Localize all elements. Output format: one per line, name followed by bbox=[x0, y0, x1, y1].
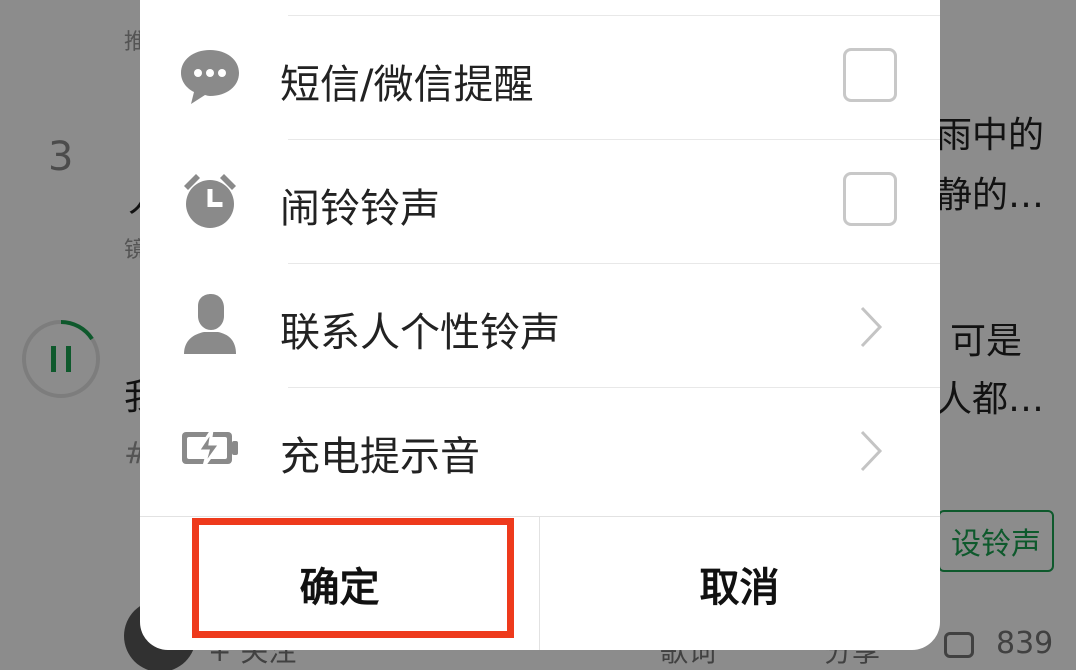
message-bubble-icon bbox=[181, 50, 239, 104]
chevron-right-icon bbox=[860, 306, 883, 348]
sms-wechat-checkbox[interactable] bbox=[843, 48, 897, 102]
option-label: 短信/微信提醒 bbox=[280, 62, 534, 108]
screen: 推 3 人 镜 雨中的 静的… 我 # 可是 人都… 设铃声 + 关注 歌词 分… bbox=[0, 0, 1076, 670]
alarm-checkbox[interactable] bbox=[843, 172, 897, 226]
option-charging-sound[interactable]: 充电提示音 bbox=[140, 388, 940, 512]
dialog-row-partial bbox=[140, 0, 940, 16]
battery-charging-icon bbox=[182, 429, 238, 467]
cancel-label: 取消 bbox=[699, 565, 780, 611]
option-label: 联系人个性铃声 bbox=[280, 310, 560, 356]
option-label: 充电提示音 bbox=[280, 434, 480, 480]
chevron-right-icon bbox=[860, 430, 883, 472]
option-label: 闹铃铃声 bbox=[280, 186, 440, 232]
cancel-button[interactable]: 取消 bbox=[540, 517, 939, 650]
alarm-clock-icon bbox=[184, 174, 236, 228]
confirm-highlight-box bbox=[192, 518, 514, 638]
option-sms-wechat-alert[interactable]: 短信/微信提醒 bbox=[140, 16, 940, 140]
option-contact-ringtone[interactable]: 联系人个性铃声 bbox=[140, 264, 940, 388]
option-alarm-ringtone[interactable]: 闹铃铃声 bbox=[140, 140, 940, 264]
contact-person-icon bbox=[184, 294, 236, 354]
